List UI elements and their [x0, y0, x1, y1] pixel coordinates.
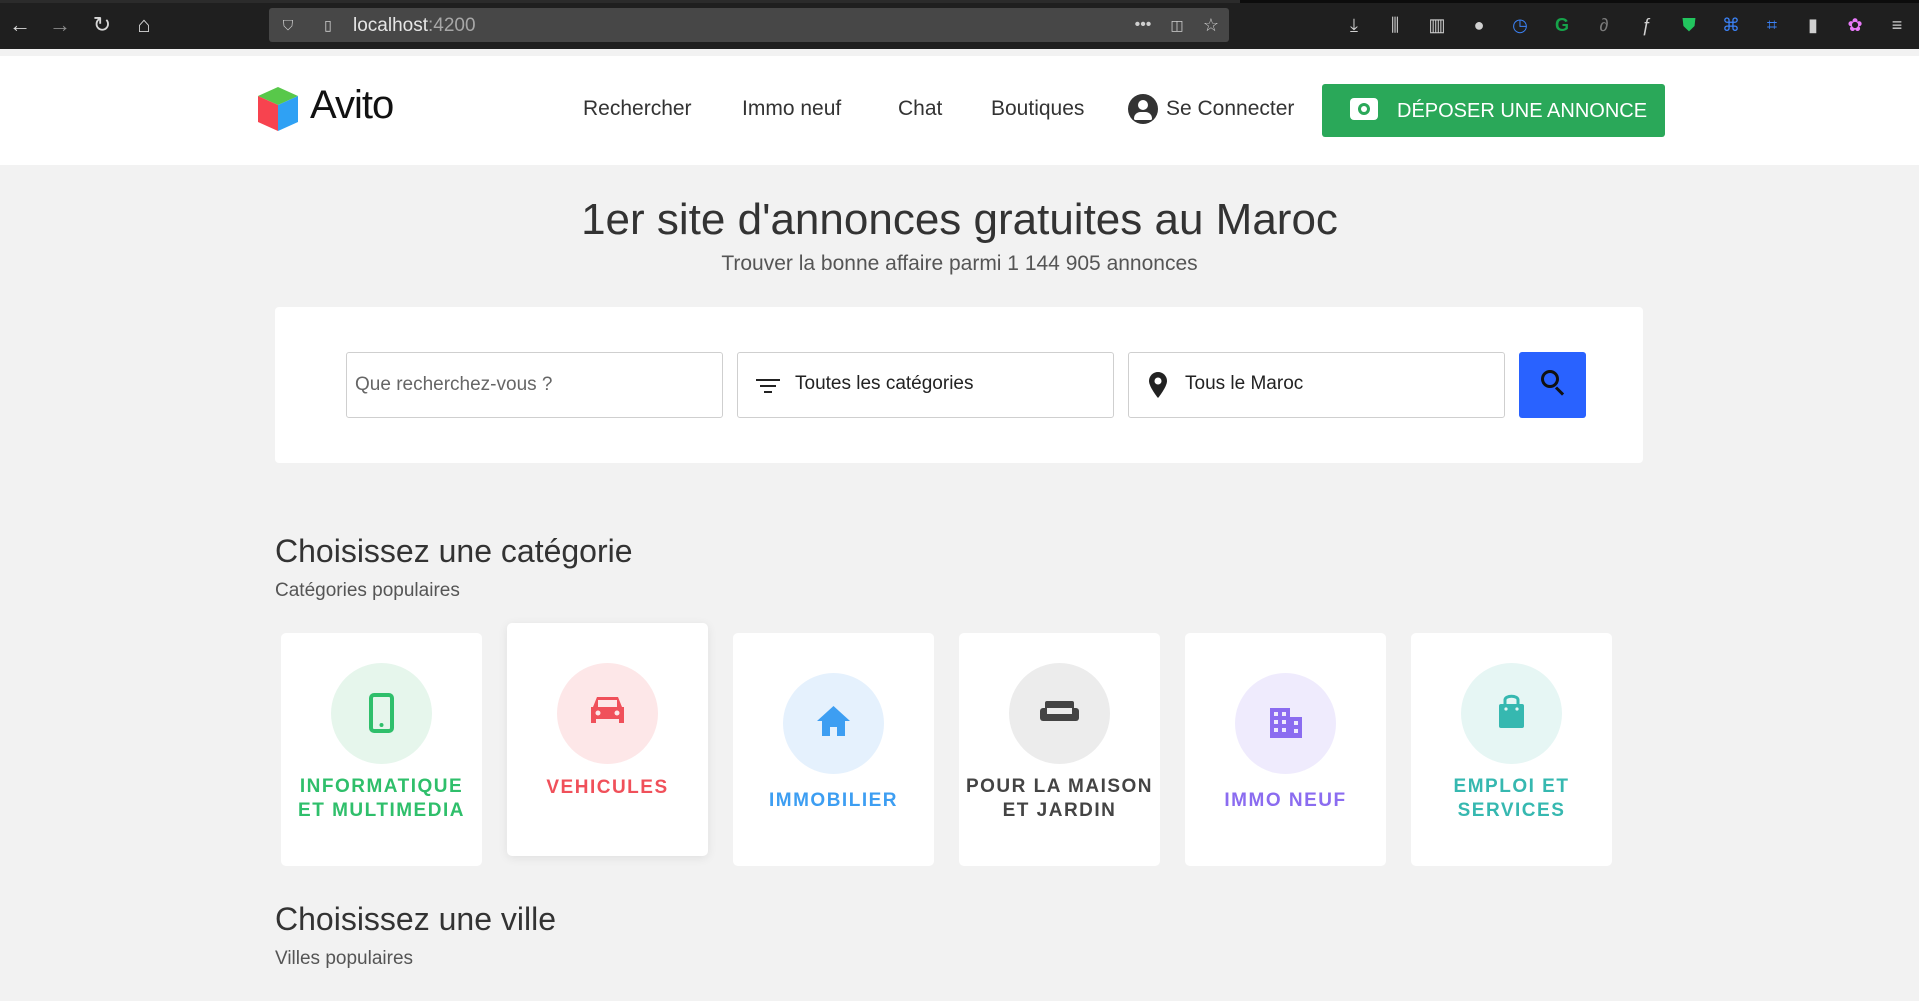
category-label-line2: SERVICES	[1457, 800, 1566, 821]
page-subtitle: Trouver la bonne affaire parmi 1 144 905…	[721, 252, 1198, 275]
site-header: Avito Rechercher Immo neuf Chat Boutique…	[0, 56, 1919, 165]
camera-icon	[1350, 98, 1378, 120]
category-card-informatique[interactable]: INFORMATIQUE ET MULTIMEDIA	[281, 633, 482, 866]
post-ad-label: DÉPOSER UNE ANNONCE	[1397, 100, 1648, 122]
category-icon-circle	[1235, 673, 1336, 774]
color-wheel-icon[interactable]: ✿	[1843, 13, 1867, 37]
library-icon[interactable]: ⫼	[1383, 13, 1407, 37]
active-tab-indicator	[0, 0, 1240, 3]
post-ad-button[interactable]: DÉPOSER UNE ANNONCE	[1322, 84, 1665, 137]
nav-boutiques[interactable]: Boutiques	[991, 97, 1084, 121]
account-icon[interactable]: ●	[1467, 13, 1491, 37]
shield-check-icon[interactable]: ⛊	[1677, 13, 1701, 37]
page-title: 1er site d'annonces gratuites au Maroc	[581, 195, 1338, 244]
clock-extension-icon[interactable]: ◷	[1508, 13, 1532, 37]
pocket-icon[interactable]: ◫	[1168, 16, 1186, 34]
nav-immo-neuf[interactable]: Immo neuf	[742, 97, 841, 121]
category-card-emploi-services[interactable]: EMPLOI ET SERVICES	[1411, 633, 1612, 866]
more-actions-icon[interactable]: •••	[1134, 16, 1152, 34]
category-label-line2: ET MULTIMEDIA	[298, 800, 465, 821]
reload-icon[interactable]: ↻	[90, 13, 114, 37]
m-extension-icon[interactable]: ▮	[1801, 13, 1825, 37]
category-icon-circle	[331, 663, 432, 764]
formula-extension-icon[interactable]: ƒ	[1634, 13, 1658, 37]
account-circle-icon	[1128, 94, 1158, 124]
category-icon-circle	[783, 673, 884, 774]
url-text[interactable]: localhost:4200	[353, 15, 476, 37]
category-label-line1: INFORMATIQUE	[299, 776, 464, 797]
sofa-icon	[1040, 701, 1079, 721]
logo-text[interactable]: Avito	[310, 83, 394, 128]
category-label-line2: ET JARDIN	[1002, 800, 1117, 821]
cities-subheading: Villes populaires	[275, 948, 414, 969]
category-card-vehicules[interactable]: VEHICULES	[507, 623, 708, 856]
category-label-line1: POUR LA MAISON	[965, 776, 1154, 797]
cities-heading: Choisissez une ville	[275, 901, 557, 937]
category-select[interactable]: Toutes les catégories	[737, 352, 1114, 418]
category-icon-circle	[1009, 663, 1110, 764]
category-card-immobilier[interactable]: IMMOBILIER	[733, 633, 934, 866]
page-icon: ▯	[324, 17, 332, 33]
shield-icon[interactable]: ⛉	[279, 16, 297, 34]
sidebar-icon[interactable]: ▥	[1425, 13, 1449, 37]
category-label-line1: VEHICULES	[546, 777, 669, 798]
forward-icon[interactable]: →	[48, 13, 72, 37]
search-field[interactable]	[346, 352, 723, 418]
bag-icon	[1499, 694, 1524, 728]
category-label-line1: IMMO NEUF	[1224, 790, 1347, 811]
search-icon-handle	[1554, 386, 1565, 396]
menu-icon[interactable]: ≡	[1885, 13, 1909, 37]
search-input[interactable]	[347, 353, 722, 417]
building-icon	[1270, 708, 1302, 738]
grammarly-icon[interactable]: G	[1550, 13, 1574, 37]
home-icon[interactable]: ⌂	[132, 13, 156, 37]
category-card-maison-jardin[interactable]: POUR LA MAISON ET JARDIN	[959, 633, 1160, 866]
back-icon[interactable]: ←	[8, 13, 32, 37]
address-bar[interactable]: ⛉ ▯ localhost:4200 ••• ◫ ☆	[269, 8, 1229, 42]
nav-chat[interactable]: Chat	[898, 97, 942, 121]
bookmark-star-icon[interactable]: ☆	[1202, 16, 1220, 34]
category-value: Toutes les catégories	[795, 373, 974, 394]
category-icon-circle	[1461, 663, 1562, 764]
category-label-line1: IMMOBILIER	[769, 790, 898, 811]
categories-subheading: Catégories populaires	[275, 580, 460, 601]
translate-alt-icon[interactable]: ⌗	[1760, 13, 1784, 37]
location-select[interactable]: Tous le Maroc	[1128, 352, 1505, 418]
search-button[interactable]	[1519, 352, 1586, 418]
nav-rechercher[interactable]: Rechercher	[583, 97, 692, 121]
avito-logo-icon[interactable]	[254, 84, 302, 134]
car-icon	[591, 697, 624, 723]
category-label-line1: EMPLOI ET	[1453, 776, 1570, 797]
url-port: :4200	[428, 15, 476, 36]
tilde-extension-icon[interactable]: ∂	[1592, 13, 1616, 37]
location-value: Tous le Maroc	[1185, 373, 1304, 394]
url-host: localhost	[353, 15, 428, 36]
smartphone-icon	[369, 693, 394, 733]
connect-label: Se Connecter	[1166, 97, 1295, 120]
filter-icon	[756, 377, 780, 395]
home-icon	[817, 706, 850, 736]
category-icon-circle	[557, 663, 658, 764]
download-icon[interactable]: ⤓	[1342, 13, 1366, 37]
browser-toolbar: ← → ↻ ⌂ ⛉ ▯ localhost:4200 ••• ◫ ☆ ⤓ ⫼ ▥…	[0, 0, 1919, 49]
categories-heading: Choisissez une catégorie	[275, 533, 633, 569]
location-pin-icon	[1149, 372, 1167, 398]
search-card: Toutes les catégories Tous le Maroc	[275, 307, 1643, 463]
category-card-immo-neuf[interactable]: IMMO NEUF	[1185, 633, 1386, 866]
translate-icon[interactable]: ⌘	[1719, 13, 1743, 37]
